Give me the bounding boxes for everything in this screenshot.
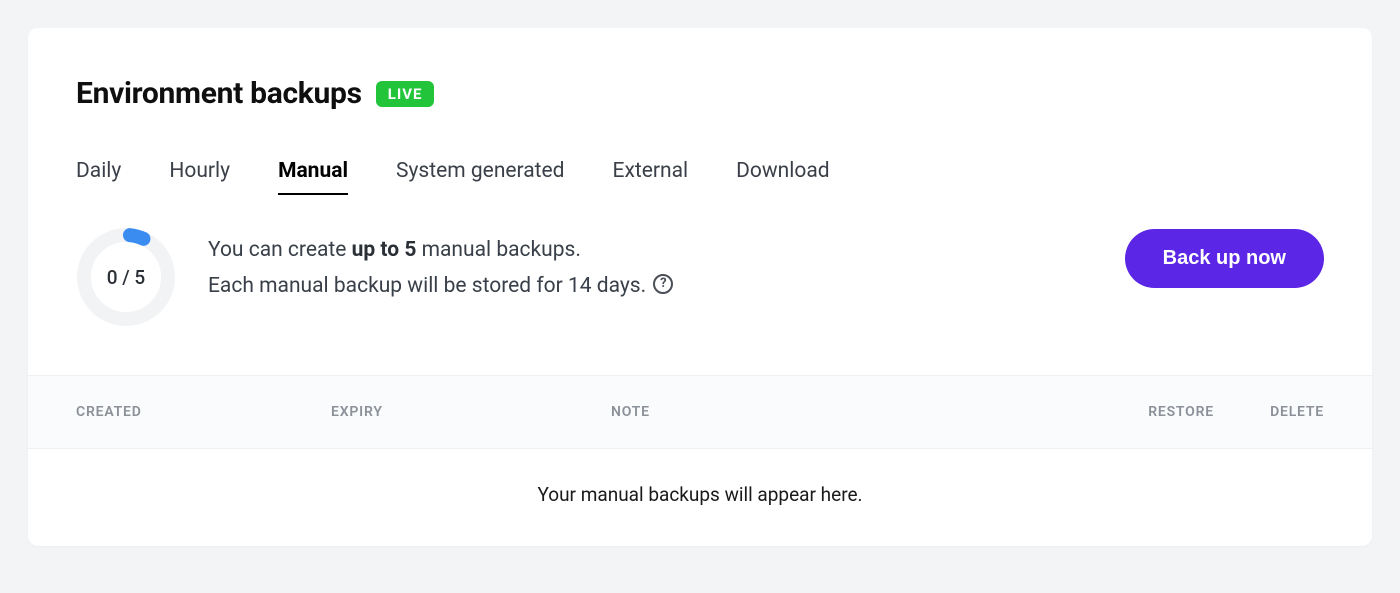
tab-download[interactable]: Download [736,159,830,195]
page-title: Environment backups [76,76,362,111]
tab-daily[interactable]: Daily [76,159,121,195]
backups-card: Environment backups LIVE Daily Hourly Ma… [28,28,1372,546]
tab-system-generated[interactable]: System generated [396,159,565,195]
info-text: You can create up to 5 manual backups. E… [208,227,1093,304]
tab-manual[interactable]: Manual [278,159,348,195]
tab-hourly[interactable]: Hourly [169,159,230,195]
empty-state-message: Your manual backups will appear here. [28,449,1372,546]
tab-external[interactable]: External [613,159,689,195]
live-badge: LIVE [376,81,435,107]
column-header-note: NOTE [611,404,1044,420]
usage-progress-ring: 0 / 5 [76,227,176,327]
info-line2: Each manual backup will be stored for 14… [208,274,651,298]
column-header-expiry: EXPIRY [331,404,611,420]
info-line1-prefix: You can create [208,238,352,262]
info-line1-suffix: manual backups. [416,238,581,262]
usage-label: 0 / 5 [76,227,176,327]
backup-now-button[interactable]: Back up now [1125,229,1324,288]
column-header-created: CREATED [76,404,331,420]
table-header: CREATED EXPIRY NOTE RESTORE DELETE [28,375,1372,449]
help-icon[interactable]: ? [653,274,673,294]
column-header-restore: RESTORE [1044,404,1214,420]
column-header-delete: DELETE [1214,404,1324,420]
info-row: 0 / 5 You can create up to 5 manual back… [76,227,1324,375]
info-line1-strong: up to 5 [352,238,417,262]
tabs: Daily Hourly Manual System generated Ext… [76,159,1324,195]
title-row: Environment backups LIVE [76,76,1324,111]
